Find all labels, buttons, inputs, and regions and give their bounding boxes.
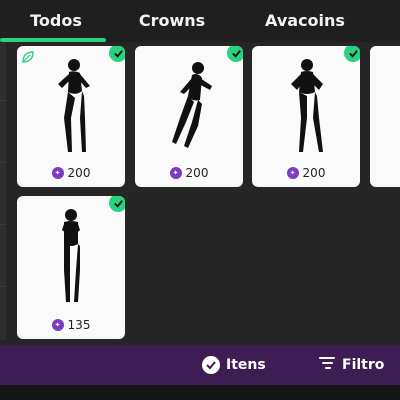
avacoin-icon: ✦: [286, 167, 299, 179]
system-nav-strip: [0, 385, 400, 400]
tab-bar: Todos Crowns Avacoins: [0, 0, 400, 42]
avacoin-icon: ✦: [169, 167, 182, 179]
itens-label: Itens: [226, 357, 266, 373]
filtro-label: Filtro: [342, 357, 385, 373]
item-card[interactable]: [370, 46, 400, 187]
price-value: 135: [67, 318, 91, 332]
pose-figure-icon: [58, 59, 90, 152]
owned-check-icon: [109, 196, 125, 212]
pose-figure-icon: [172, 62, 212, 148]
item-card[interactable]: ✦ 200: [252, 46, 360, 187]
itens-button[interactable]: Itens: [202, 345, 266, 385]
owned-check-icon: [344, 46, 360, 62]
filter-icon: [318, 354, 336, 376]
owned-check-icon: [109, 46, 125, 62]
item-card[interactable]: ✦ 135: [17, 196, 125, 339]
price-value: 200: [67, 166, 91, 180]
bottom-bar: Itens Filtro: [0, 345, 400, 385]
pose-figure-icon: [291, 59, 323, 152]
avacoin-icon: ✦: [51, 319, 64, 331]
tab-todos[interactable]: Todos: [8, 0, 104, 42]
tab-avacoins[interactable]: Avacoins: [250, 0, 360, 42]
left-rail: [0, 42, 6, 340]
price-value: 200: [185, 166, 209, 180]
tab-crowns[interactable]: Crowns: [124, 0, 220, 42]
item-price: ✦ 200: [252, 165, 360, 181]
item-card[interactable]: ✦ 200: [17, 46, 125, 187]
item-price: ✦ 200: [17, 165, 125, 181]
item-price: ✦ 135: [17, 317, 125, 333]
item-price: ✦ 200: [135, 165, 243, 181]
price-value: 200: [302, 166, 326, 180]
filtro-button[interactable]: Filtro: [318, 345, 384, 385]
leaf-icon: [22, 51, 34, 63]
pose-figure-icon: [62, 209, 80, 302]
check-circle-icon: [202, 356, 220, 374]
item-card[interactable]: ✦ 200: [135, 46, 243, 187]
owned-check-icon: [227, 46, 243, 62]
avacoin-icon: ✦: [51, 167, 64, 179]
